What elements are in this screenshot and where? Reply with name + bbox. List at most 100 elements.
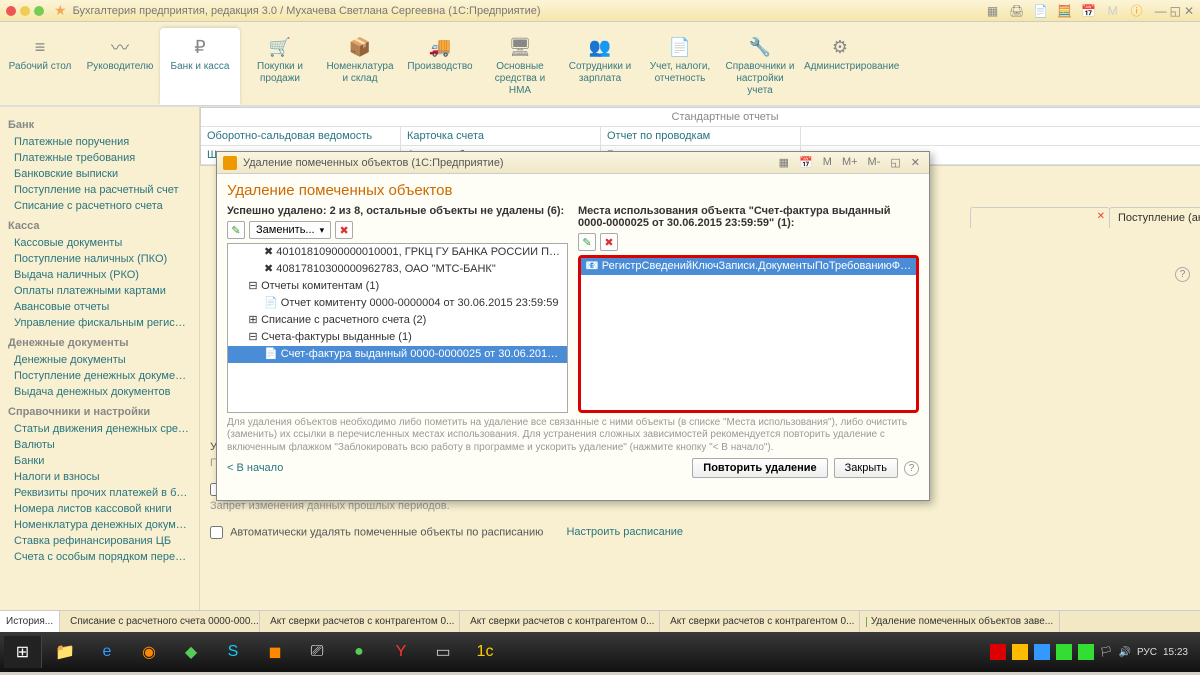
tray-icon[interactable]	[1078, 644, 1094, 660]
nav-ref[interactable]: 🔧Справочники и настройки учета	[720, 28, 800, 105]
nav-tax[interactable]: 📄Учет, налоги, отчетность	[640, 28, 720, 105]
doc-tab[interactable]: Поступление (акты, ...✕	[1109, 207, 1200, 228]
usage-item[interactable]: 📧 РегистрСведенийКлючЗаписи.ДокументыПоТ…	[581, 258, 916, 275]
sb-link[interactable]: Статьи движения денежных средств	[8, 421, 191, 437]
doc-icon[interactable]: 📄	[1033, 3, 1049, 19]
close-button[interactable]: ✕	[1184, 4, 1194, 18]
report-link[interactable]: Карточка счета	[401, 127, 601, 145]
auto-delete-checkbox[interactable]	[210, 526, 223, 539]
tree-group[interactable]: ⊟ Отчеты комитентам (1)	[228, 278, 567, 295]
sb-link[interactable]: Авансовые отчеты	[8, 299, 191, 315]
app-button[interactable]: ◼	[256, 636, 294, 668]
doc-tab[interactable]: ✕	[970, 207, 1110, 228]
tray-icon[interactable]	[1056, 644, 1072, 660]
sb-link[interactable]: Выдача денежных документов	[8, 384, 191, 400]
sb-link[interactable]: Банковские выписки	[8, 166, 191, 182]
edit-button[interactable]: ✎	[578, 233, 596, 251]
sb-link[interactable]: Счета с особым порядком переоце...	[8, 549, 191, 565]
help-icon[interactable]: ?	[1175, 267, 1190, 282]
sb-link[interactable]: Поступление денежных документов	[8, 368, 191, 384]
app-button[interactable]: ▭	[424, 636, 462, 668]
app-button[interactable]: ●	[340, 636, 378, 668]
dlg-mminus-icon[interactable]: M-	[865, 155, 884, 170]
m-plus-icon[interactable]: M	[1105, 3, 1121, 19]
doc-tab[interactable]: Списание с расчетного счета 0000-000...	[60, 611, 260, 632]
sb-link[interactable]: Номенклатура денежных документов	[8, 517, 191, 533]
edit-button[interactable]: ✎	[227, 221, 245, 239]
sb-link[interactable]: Поступление наличных (ПКО)	[8, 251, 191, 267]
tree-item[interactable]: 📄 Отчет комитенту 0000-0000004 от 30.06.…	[228, 295, 567, 312]
dialog-titlebar[interactable]: Удаление помеченных объектов (1С:Предпри…	[217, 152, 929, 174]
sb-link[interactable]: Оплаты платежными картами	[8, 283, 191, 299]
tree-item[interactable]: ✖ 40101810900000010001, ГРКЦ ГУ БАНКА РО…	[228, 244, 567, 261]
restore-button[interactable]: ◱	[1170, 4, 1181, 18]
nav-sales[interactable]: 🛒Покупки и продажи	[240, 28, 320, 105]
sb-link[interactable]: Денежные документы	[8, 352, 191, 368]
tray-icon[interactable]	[1034, 644, 1050, 660]
dlg-mplus-icon[interactable]: M+	[839, 155, 861, 170]
app-button[interactable]: ⎚	[298, 636, 336, 668]
star-icon[interactable]: ★	[54, 2, 67, 19]
retry-delete-button[interactable]: Повторить удаление	[692, 458, 827, 478]
usage-list[interactable]: 📧 РегистрСведенийКлючЗаписи.ДокументыПоТ…	[578, 255, 919, 413]
ie-button[interactable]: e	[88, 636, 126, 668]
sb-link[interactable]: Платежные требования	[8, 150, 191, 166]
tree-group[interactable]: ⊟ Счета-фактуры выданные (1)	[228, 329, 567, 346]
skype-button[interactable]: S	[214, 636, 252, 668]
start-button[interactable]: ⊞	[4, 636, 42, 668]
nav-manager[interactable]: 〰Руководителю	[80, 28, 160, 105]
dlg-grid-icon[interactable]: ▦	[776, 155, 792, 170]
tray-flag-icon[interactable]: 🏳	[1100, 647, 1113, 658]
dlg-m-icon[interactable]: M	[820, 155, 835, 170]
minimize-dot[interactable]	[20, 6, 30, 16]
nav-bank-kassa[interactable]: ₽Банк и касса	[160, 28, 240, 105]
back-link[interactable]: < В начало	[227, 462, 283, 474]
dlg-calendar-icon[interactable]: 📅	[796, 155, 816, 170]
tray-lang[interactable]: РУС	[1137, 647, 1157, 658]
doc-tab[interactable]: Акт сверки расчетов с контрагентом 0...	[660, 611, 860, 632]
close-tab-icon[interactable]: ✕	[1097, 211, 1105, 222]
app-button[interactable]: ◆	[172, 636, 210, 668]
sb-link[interactable]: Выдача наличных (РКО)	[8, 267, 191, 283]
dlg-close-icon[interactable]: ✕	[908, 155, 923, 170]
tree-item-selected[interactable]: 📄 Счет-фактура выданный 0000-0000025 от …	[228, 346, 567, 363]
doc-tab[interactable]: Акт сверки расчетов с контрагентом 0...	[460, 611, 660, 632]
sb-link[interactable]: Валюты	[8, 437, 191, 453]
app-button[interactable]: Y	[382, 636, 420, 668]
sb-link[interactable]: Ставка рефинансирования ЦБ	[8, 533, 191, 549]
delete-button[interactable]: ✖	[600, 233, 618, 251]
nav-assets[interactable]: 🖥Основные средства и НМА	[480, 28, 560, 105]
nav-desktop[interactable]: ≡Рабочий стол	[0, 28, 80, 105]
1c-button[interactable]: 1c	[466, 636, 504, 668]
doc-tab[interactable]: Акт сверки расчетов с контрагентом 0...	[260, 611, 460, 632]
sb-link[interactable]: Управление фискальным регистра...	[8, 315, 191, 331]
sb-link[interactable]: Кассовые документы	[8, 235, 191, 251]
replace-button[interactable]: Заменить...▾	[249, 221, 331, 239]
nav-stock[interactable]: 📦Номенклатура и склад	[320, 28, 400, 105]
report-link[interactable]: Оборотно-сальдовая ведомость	[201, 127, 401, 145]
nav-staff[interactable]: 👥Сотрудники и зарплата	[560, 28, 640, 105]
app-button[interactable]: ◉	[130, 636, 168, 668]
history-tab[interactable]: История...	[0, 611, 60, 632]
explorer-button[interactable]: 📁	[46, 636, 84, 668]
nav-admin[interactable]: ⚙Администрирование	[800, 28, 880, 105]
tray-icon[interactable]	[990, 644, 1006, 660]
doc-tab[interactable]: Удаление помеченных объектов заве...	[860, 611, 1060, 632]
tree-item[interactable]: ✖ 40817810300000962783, ОАО "МТС-БАНК"	[228, 261, 567, 278]
tray-volume-icon[interactable]: 🔊	[1118, 647, 1130, 658]
close-dot[interactable]	[6, 6, 16, 16]
sb-link[interactable]: Налоги и взносы	[8, 469, 191, 485]
calc-icon[interactable]: 🧮	[1057, 3, 1073, 19]
maximize-dot[interactable]	[34, 6, 44, 16]
tray-icon[interactable]	[1012, 644, 1028, 660]
tree-group[interactable]: ⊞ Списание с расчетного счета (2)	[228, 312, 567, 329]
delete-button[interactable]: ✖	[335, 221, 353, 239]
tray-clock[interactable]: 15:23	[1163, 647, 1188, 658]
sb-link[interactable]: Реквизиты прочих платежей в бюд...	[8, 485, 191, 501]
sb-link[interactable]: Платежные поручения	[8, 134, 191, 150]
report-link[interactable]: Отчет по проводкам	[601, 127, 801, 145]
schedule-link[interactable]: Настроить расписание	[566, 526, 683, 538]
sb-link[interactable]: Списание с расчетного счета	[8, 198, 191, 214]
sb-link[interactable]: Поступление на расчетный счет	[8, 182, 191, 198]
calendar-icon[interactable]: 📅	[1081, 3, 1097, 19]
